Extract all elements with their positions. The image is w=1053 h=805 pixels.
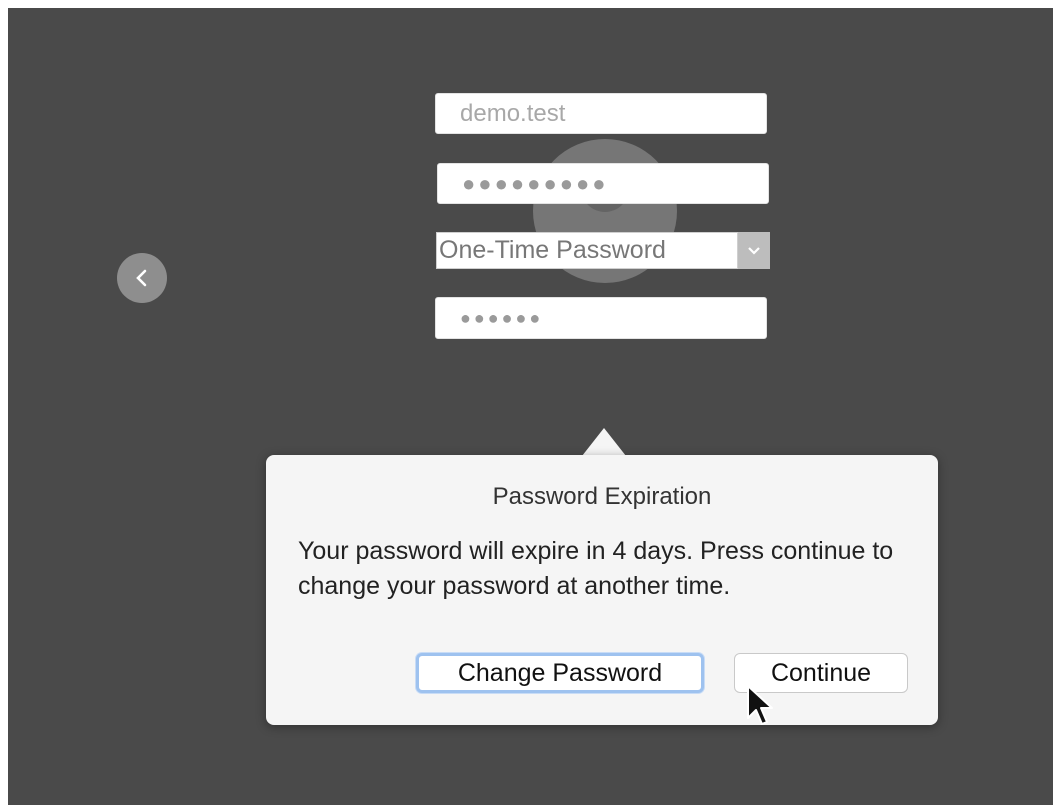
popover-message: Your password will expire in 4 days. Pre… (298, 537, 894, 600)
auth-method-select[interactable]: One-Time Password (436, 232, 770, 269)
username-input[interactable] (435, 93, 767, 134)
change-password-button[interactable]: Change Password (416, 653, 704, 693)
auth-method-selected-value: One-Time Password (436, 232, 738, 269)
otp-input[interactable]: ●●●●●● (435, 297, 767, 339)
popover-arrow (582, 428, 626, 456)
back-button[interactable] (117, 253, 167, 303)
mouse-pointer-icon (747, 685, 773, 725)
popover-title: Password Expiration (492, 483, 712, 510)
login-screen: ●●●●●●●●● One-Time Password ●●●●●● Passw… (8, 8, 1053, 805)
password-expiration-popover: Password Expiration Your password will e… (266, 455, 938, 725)
chevron-down-icon[interactable] (738, 232, 770, 269)
chevron-left-icon (136, 269, 147, 287)
password-input[interactable]: ●●●●●●●●● (437, 163, 769, 204)
